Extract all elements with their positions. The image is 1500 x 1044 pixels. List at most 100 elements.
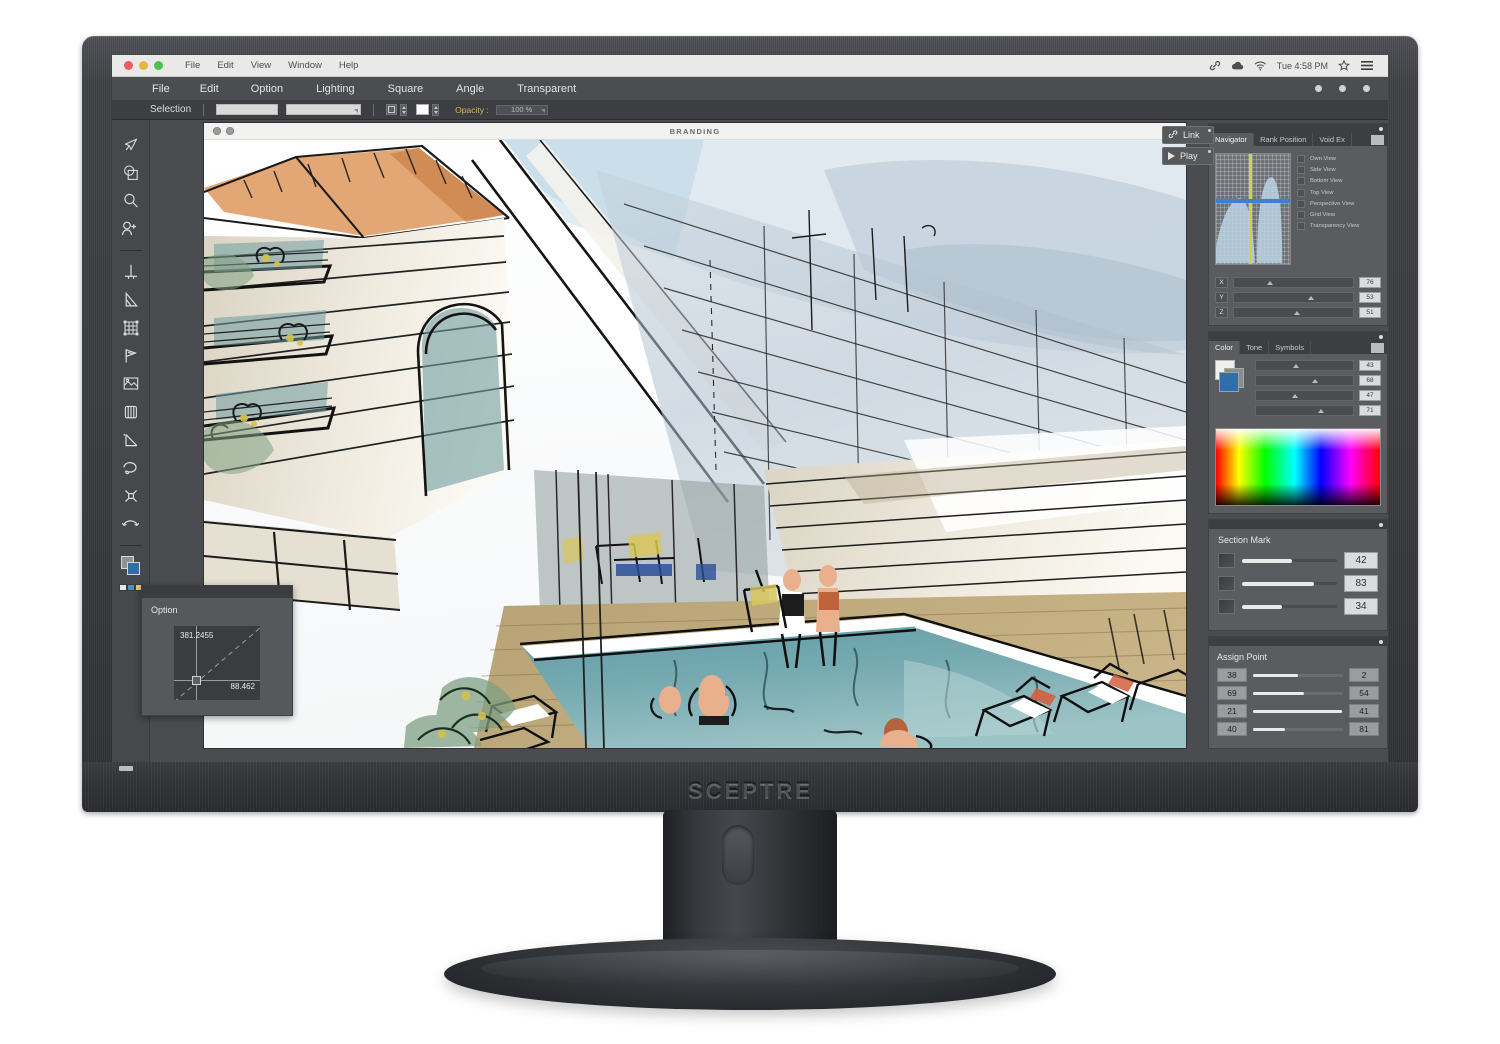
- perpendicular-tool-icon[interactable]: [118, 259, 144, 285]
- section-mark-row-2[interactable]: 83: [1218, 575, 1378, 592]
- wifi-icon[interactable]: [1254, 61, 1267, 71]
- color-panel-menu-dot[interactable]: [1379, 334, 1383, 339]
- opacity-input[interactable]: 100 %: [495, 104, 548, 115]
- foreground-color-chip[interactable]: [126, 562, 140, 575]
- color-slider-3[interactable]: [1255, 390, 1354, 401]
- checkbox-own-view[interactable]: [1297, 155, 1305, 163]
- view-option-top[interactable]: Top View: [1297, 188, 1359, 197]
- color-slider-row-4[interactable]: 71: [1255, 405, 1381, 416]
- assign-point-menu-dot[interactable]: [1379, 639, 1383, 644]
- os-menu-window[interactable]: Window: [288, 60, 322, 71]
- window-controls[interactable]: [124, 61, 163, 70]
- value-stepper[interactable]: [400, 103, 408, 116]
- option-field-1[interactable]: [216, 104, 279, 115]
- app-menu-file[interactable]: File: [152, 83, 170, 95]
- section-mark-header[interactable]: [1209, 520, 1387, 529]
- app-window-buttons[interactable]: [1315, 85, 1370, 92]
- cursor-arrow-tool-icon[interactable]: [118, 132, 144, 158]
- section-mark-row-3[interactable]: 34: [1218, 598, 1378, 615]
- assign-point-slider-1[interactable]: [1253, 669, 1343, 682]
- section-mark-row-1[interactable]: 42: [1218, 552, 1378, 569]
- rotate-tool-icon[interactable]: [118, 511, 144, 537]
- checkbox-side-view[interactable]: [1297, 166, 1305, 175]
- assign-point-row-2[interactable]: 69 54: [1217, 686, 1379, 700]
- color-slider-row-2[interactable]: 68: [1255, 375, 1381, 386]
- navigator-vertical-marker[interactable]: [1249, 154, 1253, 264]
- color-value-4[interactable]: 71: [1359, 405, 1381, 416]
- navigator-tabs[interactable]: Navigator Rank Position Void Ex: [1209, 133, 1387, 146]
- play-button[interactable]: Play: [1162, 147, 1214, 165]
- assign-point-slider-2[interactable]: [1253, 687, 1343, 700]
- transform-grid-tool-icon[interactable]: [118, 315, 144, 341]
- view-option-side[interactable]: Side View: [1297, 166, 1359, 175]
- color-slider-4[interactable]: [1255, 405, 1354, 416]
- option-floating-panel[interactable]: Option 381.2455 88.462: [141, 585, 293, 716]
- hamburger-icon[interactable]: [1360, 60, 1374, 71]
- navigator-thumbnail[interactable]: [1215, 153, 1291, 265]
- color-panel-header[interactable]: [1209, 332, 1387, 341]
- tab-rank-position[interactable]: Rank Position: [1254, 133, 1314, 146]
- checkbox-transparency-view[interactable]: [1297, 222, 1305, 231]
- app-window-dot-2[interactable]: [1339, 85, 1346, 92]
- close-window-button[interactable]: [124, 61, 133, 70]
- axis-row-z[interactable]: Z 51: [1215, 307, 1381, 318]
- axis-slider-y[interactable]: [1233, 292, 1354, 303]
- color-stepper[interactable]: [432, 103, 440, 116]
- checkbox-grid-view[interactable]: [1297, 210, 1305, 219]
- view-option-perspective[interactable]: Perspective View: [1297, 199, 1359, 208]
- axis-row-x[interactable]: X 76: [1215, 277, 1381, 288]
- assign-point-right-3[interactable]: 41: [1349, 704, 1379, 718]
- checkbox-perspective-view[interactable]: [1297, 199, 1305, 208]
- option-panel-header[interactable]: [142, 586, 292, 598]
- shapes-tool-icon[interactable]: [118, 160, 144, 186]
- app-window-dot-1[interactable]: [1315, 85, 1322, 92]
- color-slider-1[interactable]: [1255, 360, 1354, 371]
- assign-point-row-1[interactable]: 38 2: [1217, 668, 1379, 682]
- view-option-bottom[interactable]: Bottom View: [1297, 177, 1359, 186]
- minimize-window-button[interactable]: [139, 61, 148, 70]
- axis-value-y[interactable]: 53: [1359, 292, 1381, 303]
- section-mark-chip-1[interactable]: [1218, 553, 1235, 568]
- assign-point-slider-3[interactable]: [1253, 705, 1343, 718]
- quick-swatch-blue[interactable]: [126, 584, 135, 591]
- section-mark-chip-3[interactable]: [1218, 599, 1235, 614]
- axis-value-z[interactable]: 51: [1359, 307, 1381, 318]
- color-swatch-stack[interactable]: [1215, 360, 1249, 400]
- assign-point-slider-4[interactable]: [1253, 723, 1343, 736]
- color-value-1[interactable]: 43: [1359, 360, 1381, 371]
- section-mark-value-1[interactable]: 42: [1344, 552, 1378, 569]
- app-menu-option[interactable]: Option: [251, 83, 283, 95]
- option-dropdown-1[interactable]: [286, 104, 362, 115]
- terrain-tool-icon[interactable]: [118, 371, 144, 397]
- navigator-panel-header[interactable]: [1209, 124, 1387, 133]
- flag-measure-tool-icon[interactable]: [118, 343, 144, 369]
- option-curve-graph[interactable]: 381.2455 88.462: [174, 626, 260, 700]
- section-mark-slider-1[interactable]: [1242, 554, 1337, 567]
- column-tool-icon[interactable]: [118, 399, 144, 425]
- color-value-2[interactable]: 68: [1359, 375, 1381, 386]
- navigator-horizontal-marker[interactable]: [1216, 199, 1290, 204]
- color-slider-row-1[interactable]: 43: [1255, 360, 1381, 371]
- color-spectrum-picker[interactable]: [1215, 428, 1381, 506]
- color-tabs[interactable]: Color Tone Symbols: [1209, 341, 1387, 354]
- section-mark-slider-2[interactable]: [1242, 577, 1337, 590]
- link-icon[interactable]: [1209, 60, 1221, 71]
- color-chip[interactable]: [416, 104, 430, 115]
- axis-row-y[interactable]: Y 53: [1215, 292, 1381, 303]
- mask-mode-button[interactable]: [386, 104, 398, 115]
- tab-tone[interactable]: Tone: [1240, 341, 1270, 354]
- axis-value-x[interactable]: 76: [1359, 277, 1381, 288]
- view-option-own[interactable]: Own View: [1297, 155, 1359, 163]
- color-slider-row-3[interactable]: 47: [1255, 390, 1381, 401]
- axis-slider-x[interactable]: [1233, 277, 1354, 288]
- tab-navigator[interactable]: Navigator: [1209, 133, 1255, 146]
- os-menu[interactable]: File Edit View Window Help: [185, 60, 358, 71]
- color-panel-collapse-button[interactable]: [1371, 342, 1384, 353]
- artwork-canvas[interactable]: [204, 140, 1186, 748]
- maximize-window-button[interactable]: [154, 61, 163, 70]
- add-person-tool-icon[interactable]: [118, 216, 144, 242]
- lasso-tool-icon[interactable]: [118, 455, 144, 481]
- assign-point-left-1[interactable]: 38: [1217, 668, 1247, 682]
- app-window-dot-3[interactable]: [1363, 85, 1370, 92]
- assign-point-header[interactable]: [1209, 637, 1387, 646]
